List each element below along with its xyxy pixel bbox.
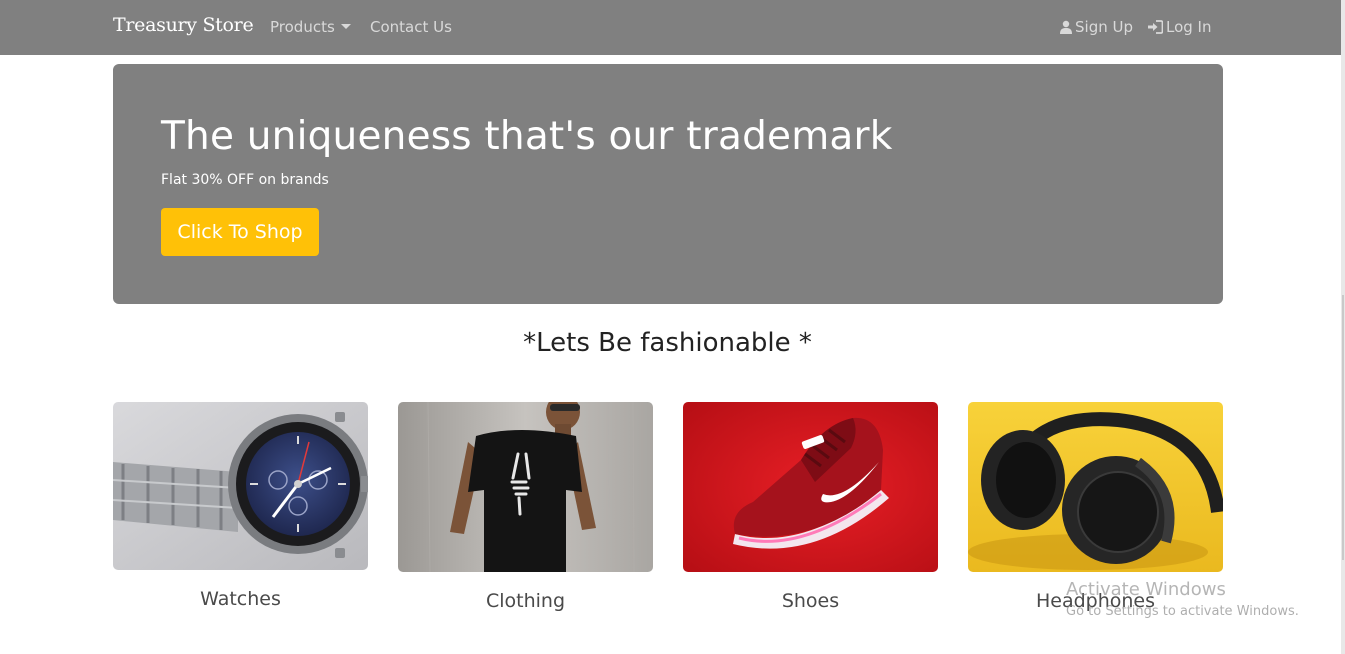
category-card-watches[interactable]: Watches bbox=[113, 402, 368, 610]
section-title: *Lets Be fashionable * bbox=[523, 328, 812, 358]
hero-subtitle: Flat 30% OFF on brands bbox=[161, 172, 329, 188]
nav-products-label: Products bbox=[270, 18, 335, 36]
shoes-label[interactable]: Shoes bbox=[683, 590, 938, 612]
headphones-image[interactable] bbox=[968, 402, 1223, 572]
scrollbar-thumb[interactable] bbox=[1342, 295, 1344, 560]
clothing-image[interactable] bbox=[398, 402, 653, 572]
nav-products-dropdown[interactable]: Products bbox=[270, 18, 351, 36]
user-icon bbox=[1060, 20, 1072, 34]
watches-label[interactable]: Watches bbox=[113, 588, 368, 610]
brand-logo[interactable]: Treasury Store bbox=[113, 14, 254, 36]
category-card-headphones[interactable]: Headphones bbox=[968, 402, 1223, 612]
activate-windows-watermark-subtitle: Go to Settings to activate Windows. bbox=[1066, 604, 1299, 619]
nav-contact-link[interactable]: Contact Us bbox=[370, 18, 452, 36]
watches-image[interactable] bbox=[113, 402, 368, 570]
category-card-shoes[interactable]: Shoes bbox=[683, 402, 938, 612]
nav-login-link[interactable]: Log In bbox=[1148, 18, 1212, 36]
sign-in-icon bbox=[1148, 20, 1163, 34]
shoes-image[interactable] bbox=[683, 402, 938, 572]
hero-banner: The uniqueness that's our trademark Flat… bbox=[113, 64, 1223, 304]
hero-title: The uniqueness that's our trademark bbox=[161, 114, 893, 159]
nav-login-label: Log In bbox=[1166, 18, 1212, 36]
nav-signup-label: Sign Up bbox=[1075, 18, 1133, 36]
category-card-clothing[interactable]: Clothing bbox=[398, 402, 653, 612]
activate-windows-watermark-title: Activate Windows bbox=[1066, 579, 1226, 600]
clothing-label[interactable]: Clothing bbox=[398, 590, 653, 612]
click-to-shop-button[interactable]: Click To Shop bbox=[161, 208, 319, 256]
top-navbar: Treasury Store Products Contact Us Sign … bbox=[0, 0, 1341, 55]
nav-signup-link[interactable]: Sign Up bbox=[1060, 18, 1133, 36]
caret-down-icon bbox=[340, 24, 351, 29]
